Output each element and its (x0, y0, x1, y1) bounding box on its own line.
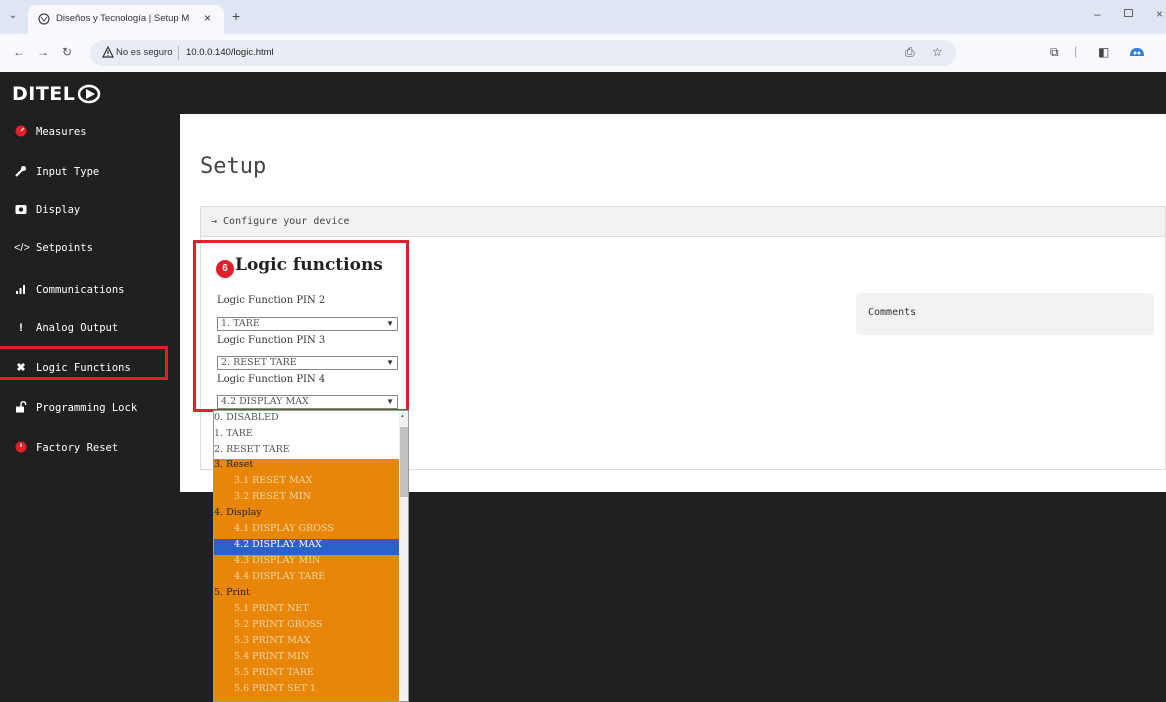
pin4-label: Logic Function PIN 4 (217, 374, 326, 385)
browser-tab-bar: ⌄ Diseños y Tecnología | Setup M × + – × (0, 0, 1166, 34)
sidebar-item-label: Factory Reset (36, 442, 119, 454)
warning-icon[interactable] (102, 46, 114, 58)
translate-icon[interactable]: ⎙ (905, 45, 915, 60)
globe-icon (38, 13, 50, 25)
sidebar-item-label: Analog Output (36, 322, 119, 334)
sidebar-item-label: Communications (36, 284, 125, 296)
comments-label: Comments (868, 307, 917, 318)
sidebar-item-label: Measures (36, 126, 87, 138)
logic-functions-highlight-frame (0, 346, 168, 380)
sidebar-item-label: Input Type (36, 166, 100, 178)
pin2-label: Logic Function PIN 2 (217, 295, 326, 306)
tab-search-chevron-icon[interactable]: ⌄ (6, 9, 20, 23)
back-arrow-icon[interactable]: ← (12, 45, 26, 59)
pin3-select[interactable]: 2. RESET TARE ▼ (217, 356, 398, 370)
tab-title: Diseños y Tecnología | Setup M (56, 13, 190, 24)
address-toolbar: ← → ↻ No es seguro 10.0.0.140/logic.html… (0, 34, 1166, 72)
dropdown-scrollbar[interactable]: ▲ (399, 411, 408, 701)
card-header: → Configure your device (201, 207, 1165, 237)
toolbar-divider: | (1074, 44, 1078, 58)
option-tare[interactable]: 1. TARE (214, 428, 399, 440)
logo-text: DITEL (12, 83, 76, 105)
sidebar-item-display[interactable]: Display (0, 192, 180, 230)
pin4-options-list[interactable]: 0. DISABLED 1. TARE 2. RESET TARE 3. Res… (213, 410, 409, 702)
site-header: DITEL (0, 72, 1166, 114)
section-title: Logic functions (235, 255, 383, 275)
wrench-icon (14, 165, 28, 179)
scrollbar-thumb[interactable] (400, 427, 408, 497)
url-divider (178, 46, 179, 60)
scroll-up-icon[interactable]: ▲ (400, 413, 405, 419)
address-bar[interactable]: No es seguro 10.0.0.140/logic.html ⎙ ☆ (90, 40, 956, 66)
power-icon (14, 441, 28, 455)
tab-close-icon[interactable]: × (204, 11, 211, 25)
side-panel-icon[interactable]: ◧ (1098, 45, 1109, 59)
sidebar-item-label: Setpoints (36, 242, 93, 254)
camera-icon (14, 203, 28, 217)
sidebar-item-analog-output[interactable]: ! Analog Output (0, 310, 180, 348)
card-header-text: → Configure your device (211, 216, 350, 227)
step-badge: 6 (216, 260, 234, 278)
pin2-select[interactable]: 1. TARE ▼ (217, 317, 398, 331)
unlock-icon (14, 401, 28, 415)
url-text[interactable]: 10.0.0.140/logic.html (186, 47, 274, 58)
new-tab-button[interactable]: + (232, 8, 240, 24)
logo-mark-icon (78, 84, 101, 104)
sidebar-item-communications[interactable]: Communications (0, 272, 180, 310)
sidebar-item-label: Display (36, 204, 81, 216)
sidebar-item-factory-reset[interactable]: Factory Reset (0, 430, 180, 468)
option-disabled[interactable]: 0. DISABLED (214, 412, 399, 424)
signal-icon (14, 283, 28, 297)
pin3-selected-value: 2. RESET TARE (221, 357, 297, 368)
bookmark-star-icon[interactable]: ☆ (932, 45, 943, 59)
exclamation-icon: ! (19, 322, 23, 334)
chevron-down-icon: ▼ (386, 397, 394, 406)
browser-tab[interactable]: Diseños y Tecnología | Setup M × (28, 5, 224, 34)
page-title: Setup (200, 154, 267, 179)
sidebar-item-setpoints[interactable]: </> Setpoints (0, 230, 180, 268)
maximize-button[interactable] (1124, 9, 1133, 17)
minimize-button[interactable]: – (1094, 7, 1101, 21)
comments-box[interactable]: Comments (856, 293, 1154, 335)
chevron-down-icon: ▼ (386, 319, 394, 328)
logic-functions-panel: 6 Logic functions Logic Function PIN 2 1… (193, 240, 409, 412)
chevron-down-icon: ▼ (386, 358, 394, 367)
close-window-button[interactable]: × (1156, 7, 1163, 21)
pin4-selected-value: 4.2 DISPLAY MAX (221, 396, 309, 407)
pin3-label: Logic Function PIN 3 (217, 335, 326, 346)
sidebar-item-label: Programming Lock (36, 402, 138, 414)
pin4-select[interactable]: 4.2 DISPLAY MAX ▼ (217, 395, 398, 409)
option-print-set-1[interactable]: 5.6 PRINT SET 1 (214, 683, 399, 701)
sidebar: Measures Input Type Display </> Setpoint… (0, 114, 180, 702)
ditel-logo[interactable]: DITEL (12, 83, 102, 105)
option-reset-tare[interactable]: 2. RESET TARE (214, 444, 399, 456)
sidebar-item-programming-lock[interactable]: Programming Lock (0, 390, 180, 428)
speedometer-icon (14, 125, 28, 139)
option-display-max-selected[interactable]: 4.2 DISPLAY MAX (214, 539, 399, 555)
code-icon: </> (14, 242, 30, 254)
forward-arrow-icon[interactable]: → (36, 45, 50, 59)
not-secure-label[interactable]: No es seguro (116, 47, 173, 58)
sidebar-item-input-type[interactable]: Input Type (0, 154, 180, 192)
sidebar-item-measures[interactable]: Measures (0, 114, 180, 152)
extensions-icon[interactable]: ⧉ (1050, 45, 1059, 60)
profile-icon[interactable] (1128, 44, 1146, 60)
reload-icon[interactable]: ↻ (60, 45, 74, 59)
pin2-selected-value: 1. TARE (221, 318, 260, 329)
